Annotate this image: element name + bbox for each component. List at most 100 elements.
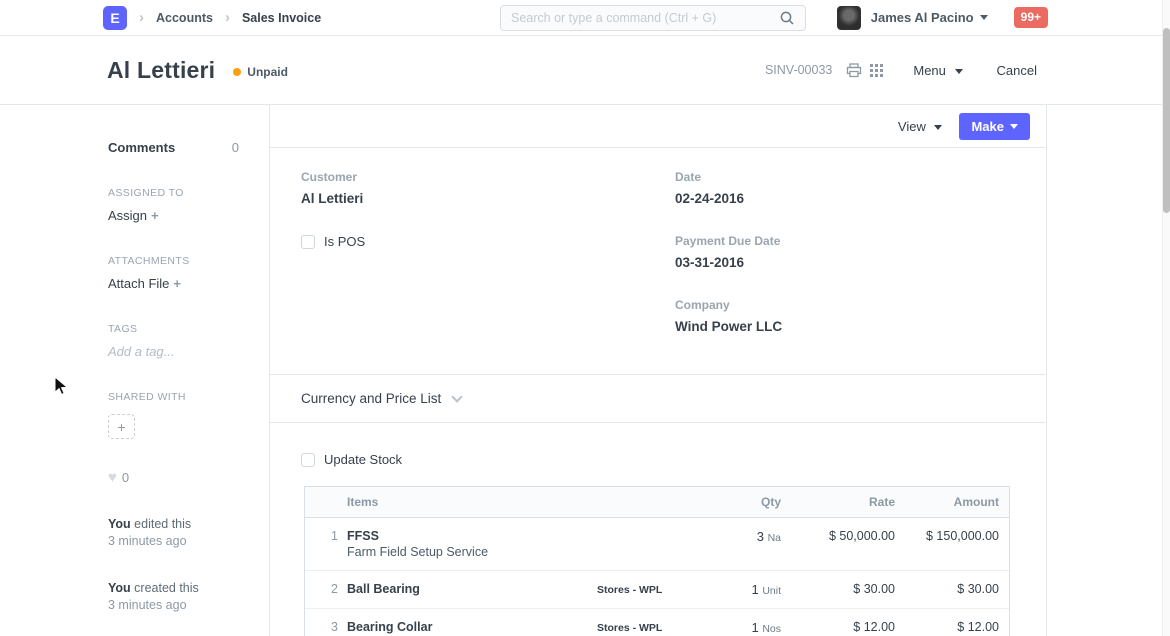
scrollbar-track[interactable] — [1162, 0, 1170, 636]
item-rate: $ 50,000.00 — [781, 529, 895, 543]
table-row[interactable]: 2 Ball Bearing Stores - WPL 1 Unit $ 30.… — [305, 571, 1009, 609]
comments-count: 0 — [232, 140, 239, 155]
row-index: 3 — [305, 620, 347, 634]
avatar — [837, 6, 861, 30]
shared-with-heading: SHARED WITH — [108, 391, 239, 403]
search-icon — [779, 10, 795, 26]
grid-icon — [870, 64, 883, 77]
item-uom: Na — [768, 532, 781, 544]
likes: ♥ 0 — [108, 469, 239, 486]
is-pos-checkbox[interactable] — [301, 235, 315, 249]
page-head: Al Lettieri Unpaid SINV-00033 Menu Cance… — [0, 36, 1170, 105]
items-table-header: Items Qty Rate Amount — [305, 487, 1009, 518]
print-button[interactable] — [846, 63, 862, 78]
item-uom: Nos — [762, 623, 781, 635]
comments-link[interactable]: Comments 0 — [108, 140, 239, 155]
scrollbar-thumb[interactable] — [1163, 28, 1170, 213]
likes-count: 0 — [122, 470, 129, 485]
attachments-heading: ATTACHMENTS — [108, 255, 239, 267]
menu-button[interactable]: Menu — [913, 63, 962, 78]
item-amount: $ 12.00 — [895, 620, 1009, 634]
status-label: Unpaid — [247, 65, 288, 79]
breadcrumb-accounts[interactable]: Accounts — [156, 11, 213, 25]
is-pos-label: Is POS — [324, 234, 365, 249]
row-index: 1 — [305, 529, 347, 543]
add-tag-input[interactable]: Add a tag... — [108, 344, 239, 359]
activity-edited: You edited this 3 minutes ago — [108, 516, 239, 550]
items-table: Items Qty Rate Amount 1 FFSS Farm Field … — [304, 486, 1010, 636]
company-field[interactable]: Company Wind Power LLC — [675, 298, 1049, 334]
company-value: Wind Power LLC — [675, 319, 1049, 334]
item-warehouse: Stores - WPL — [597, 582, 709, 596]
item-amount: $ 30.00 — [895, 582, 1009, 596]
customer-value: Al Lettieri — [301, 191, 675, 206]
date-field[interactable]: Date 02-24-2016 — [675, 170, 1049, 206]
item-name: FFSS — [347, 529, 597, 543]
customer-field[interactable]: Customer Al Lettieri — [301, 170, 675, 206]
table-row[interactable]: 1 FFSS Farm Field Setup Service 3 Na $ 5… — [305, 518, 1009, 571]
col-qty: Qty — [709, 495, 781, 509]
search-input[interactable] — [511, 11, 779, 25]
item-name: Ball Bearing — [347, 582, 597, 596]
heart-icon[interactable]: ♥ — [108, 469, 117, 486]
comments-label: Comments — [108, 140, 175, 155]
item-rate: $ 30.00 — [781, 582, 895, 596]
col-rate: Rate — [781, 495, 895, 509]
status-badge: Unpaid — [233, 65, 288, 79]
user-menu[interactable]: James Al Pacino 99+ — [837, 6, 1048, 30]
form-toolbar: View Make — [270, 105, 1046, 148]
assigned-to-heading: ASSIGNED TO — [108, 187, 239, 199]
item-name: Bearing Collar — [347, 620, 597, 634]
invoice-details-section: Customer Al Lettieri Is POS Date 02-24-2… — [270, 148, 1046, 375]
right-gutter — [1047, 105, 1170, 636]
payment-due-date-field[interactable]: Payment Due Date 03-31-2016 — [675, 234, 1049, 270]
date-label: Date — [675, 170, 1049, 184]
plus-icon: + — [173, 276, 181, 291]
item-qty: 1 — [751, 582, 758, 597]
open-module-button[interactable] — [870, 64, 883, 77]
navbar: E › Accounts › Sales Invoice James Al Pa… — [0, 0, 1170, 36]
chevron-down-icon — [934, 125, 942, 130]
currency-section-toggle[interactable]: Currency and Price List — [270, 375, 1046, 423]
chevron-right-icon: › — [139, 9, 144, 26]
chevron-down-icon — [452, 391, 463, 402]
notification-badge[interactable]: 99+ — [1014, 7, 1048, 27]
row-index: 2 — [305, 582, 347, 596]
user-name: James Al Pacino — [871, 10, 974, 25]
company-label: Company — [675, 298, 1049, 312]
app-logo[interactable]: E — [103, 6, 127, 30]
payment-due-date-value: 03-31-2016 — [675, 255, 1049, 270]
page-body: Comments 0 ASSIGNED TO Assign+ ATTACHMEN… — [0, 105, 1170, 636]
cancel-button[interactable]: Cancel — [997, 63, 1037, 78]
date-value: 02-24-2016 — [675, 191, 1049, 206]
item-warehouse: Stores - WPL — [597, 620, 709, 634]
items-section: Update Stock Items Qty Rate Amount 1 FFS… — [270, 423, 1046, 636]
update-stock-field: Update Stock — [301, 452, 1009, 467]
form-sidebar: Comments 0 ASSIGNED TO Assign+ ATTACHMEN… — [0, 105, 270, 636]
view-button[interactable]: View — [898, 119, 943, 134]
breadcrumb-sales-invoice[interactable]: Sales Invoice — [242, 11, 321, 25]
item-qty: 3 — [757, 529, 764, 544]
item-rate: $ 12.00 — [781, 620, 895, 634]
item-amount: $ 150,000.00 — [895, 529, 1009, 543]
attach-file-button[interactable]: Attach File+ — [108, 276, 239, 291]
is-pos-field: Is POS — [301, 234, 675, 249]
page-title: Al Lettieri — [107, 57, 215, 84]
chevron-right-icon: › — [225, 9, 230, 26]
item-warehouse — [597, 529, 709, 531]
status-dot-icon — [233, 68, 241, 76]
chevron-down-icon — [1010, 124, 1018, 129]
update-stock-checkbox[interactable] — [301, 453, 315, 467]
share-add-button[interactable]: + — [108, 414, 135, 439]
table-row[interactable]: 3 Bearing Collar Stores - WPL 1 Nos $ 12… — [305, 609, 1009, 636]
assign-button[interactable]: Assign+ — [108, 208, 239, 223]
col-items: Items — [347, 495, 597, 509]
chevron-down-icon — [955, 69, 963, 74]
global-search[interactable] — [500, 5, 806, 31]
item-qty: 1 — [751, 620, 758, 635]
tags-heading: TAGS — [108, 323, 239, 335]
make-button[interactable]: Make — [959, 113, 1030, 140]
update-stock-label: Update Stock — [324, 452, 402, 467]
plus-icon: + — [151, 208, 159, 223]
chevron-down-icon — [980, 15, 988, 20]
